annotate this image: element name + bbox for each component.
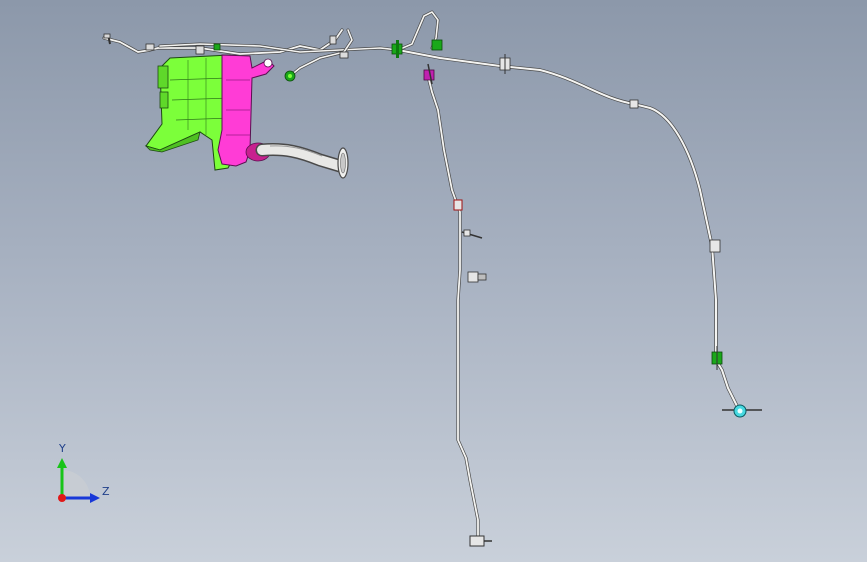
- clip-7[interactable]: [709, 239, 721, 253]
- filler-neck[interactable]: [255, 143, 349, 179]
- rear-nozzle-connector[interactable]: [722, 404, 762, 418]
- axis-y-label: Y: [59, 442, 66, 455]
- front-nozzle-connector[interactable]: [469, 535, 492, 547]
- clip-9[interactable]: [467, 271, 487, 283]
- clip-red-marker[interactable]: [453, 199, 463, 211]
- axis-triad-icon: [57, 458, 100, 503]
- clip-8[interactable]: [461, 229, 483, 239]
- clip-2[interactable]: [145, 43, 155, 51]
- front-washer-hose[interactable]: [426, 74, 480, 542]
- rear-washer-hose[interactable]: [396, 48, 740, 410]
- clip-green-grommet[interactable]: [284, 70, 296, 82]
- clip-6[interactable]: [629, 99, 639, 109]
- axis-triad: Y Z: [44, 440, 124, 520]
- clip-5[interactable]: [499, 54, 511, 74]
- clip-green-tee[interactable]: [391, 40, 403, 58]
- axis-z-label: Z: [102, 485, 110, 498]
- clip-green-top[interactable]: [431, 39, 443, 51]
- hose-assembly-model[interactable]: [0, 0, 867, 562]
- cad-viewport[interactable]: Y Z: [0, 0, 867, 562]
